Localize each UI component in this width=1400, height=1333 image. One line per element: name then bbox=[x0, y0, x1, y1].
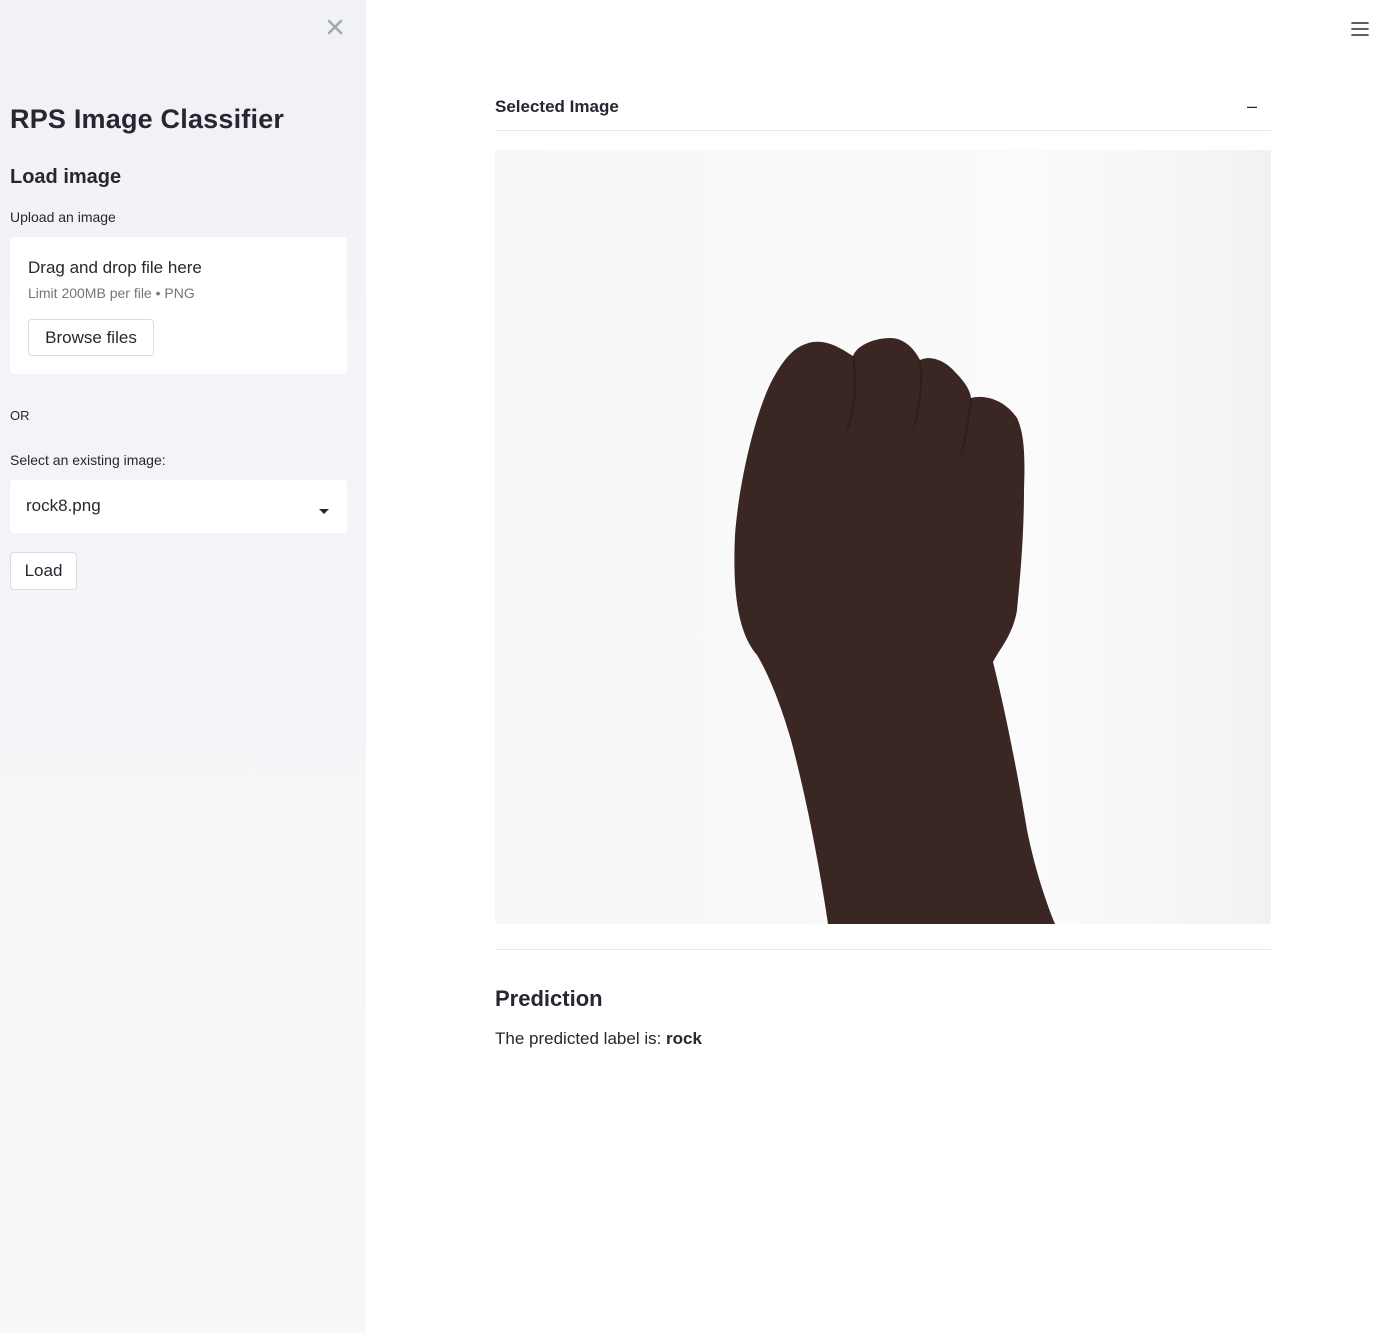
selected-image bbox=[495, 150, 1271, 924]
load-image-heading: Load image bbox=[10, 166, 122, 188]
collapse-icon[interactable]: – bbox=[1247, 96, 1257, 117]
uploader-title: Drag and drop file here bbox=[28, 258, 202, 277]
selected-image-expander-header[interactable]: Selected Image – bbox=[495, 90, 1271, 131]
close-icon[interactable] bbox=[322, 14, 348, 40]
select-label: Select an existing image: bbox=[10, 452, 166, 468]
expander-title: Selected Image bbox=[495, 97, 619, 116]
select-value: rock8.png bbox=[26, 496, 101, 515]
prediction-heading: Prediction bbox=[495, 986, 603, 1011]
prediction-prefix: The predicted label is: bbox=[495, 1029, 667, 1048]
sidebar-title: RPS Image Classifier bbox=[10, 104, 285, 134]
chevron-down-icon bbox=[319, 503, 329, 514]
load-button[interactable]: Load bbox=[10, 552, 77, 590]
hamburger-menu-icon[interactable] bbox=[1348, 18, 1372, 40]
prediction-text: The predicted label is: rock bbox=[495, 1029, 702, 1049]
existing-image-select[interactable]: rock8.png bbox=[10, 480, 347, 533]
uploader-limit: Limit 200MB per file • PNG bbox=[28, 285, 195, 301]
predicted-label: rock bbox=[666, 1029, 702, 1048]
expander-divider bbox=[495, 949, 1271, 950]
app-root: RPS Image Classifier Load image Upload a… bbox=[0, 0, 1400, 1333]
sidebar: RPS Image Classifier Load image Upload a… bbox=[0, 0, 366, 1333]
upload-label: Upload an image bbox=[10, 209, 116, 225]
hand-fist-image bbox=[495, 150, 1271, 924]
or-divider-text: OR bbox=[10, 408, 30, 423]
browse-files-button[interactable]: Browse files bbox=[28, 319, 154, 356]
file-uploader-dropzone[interactable]: Drag and drop file here Limit 200MB per … bbox=[10, 237, 347, 374]
